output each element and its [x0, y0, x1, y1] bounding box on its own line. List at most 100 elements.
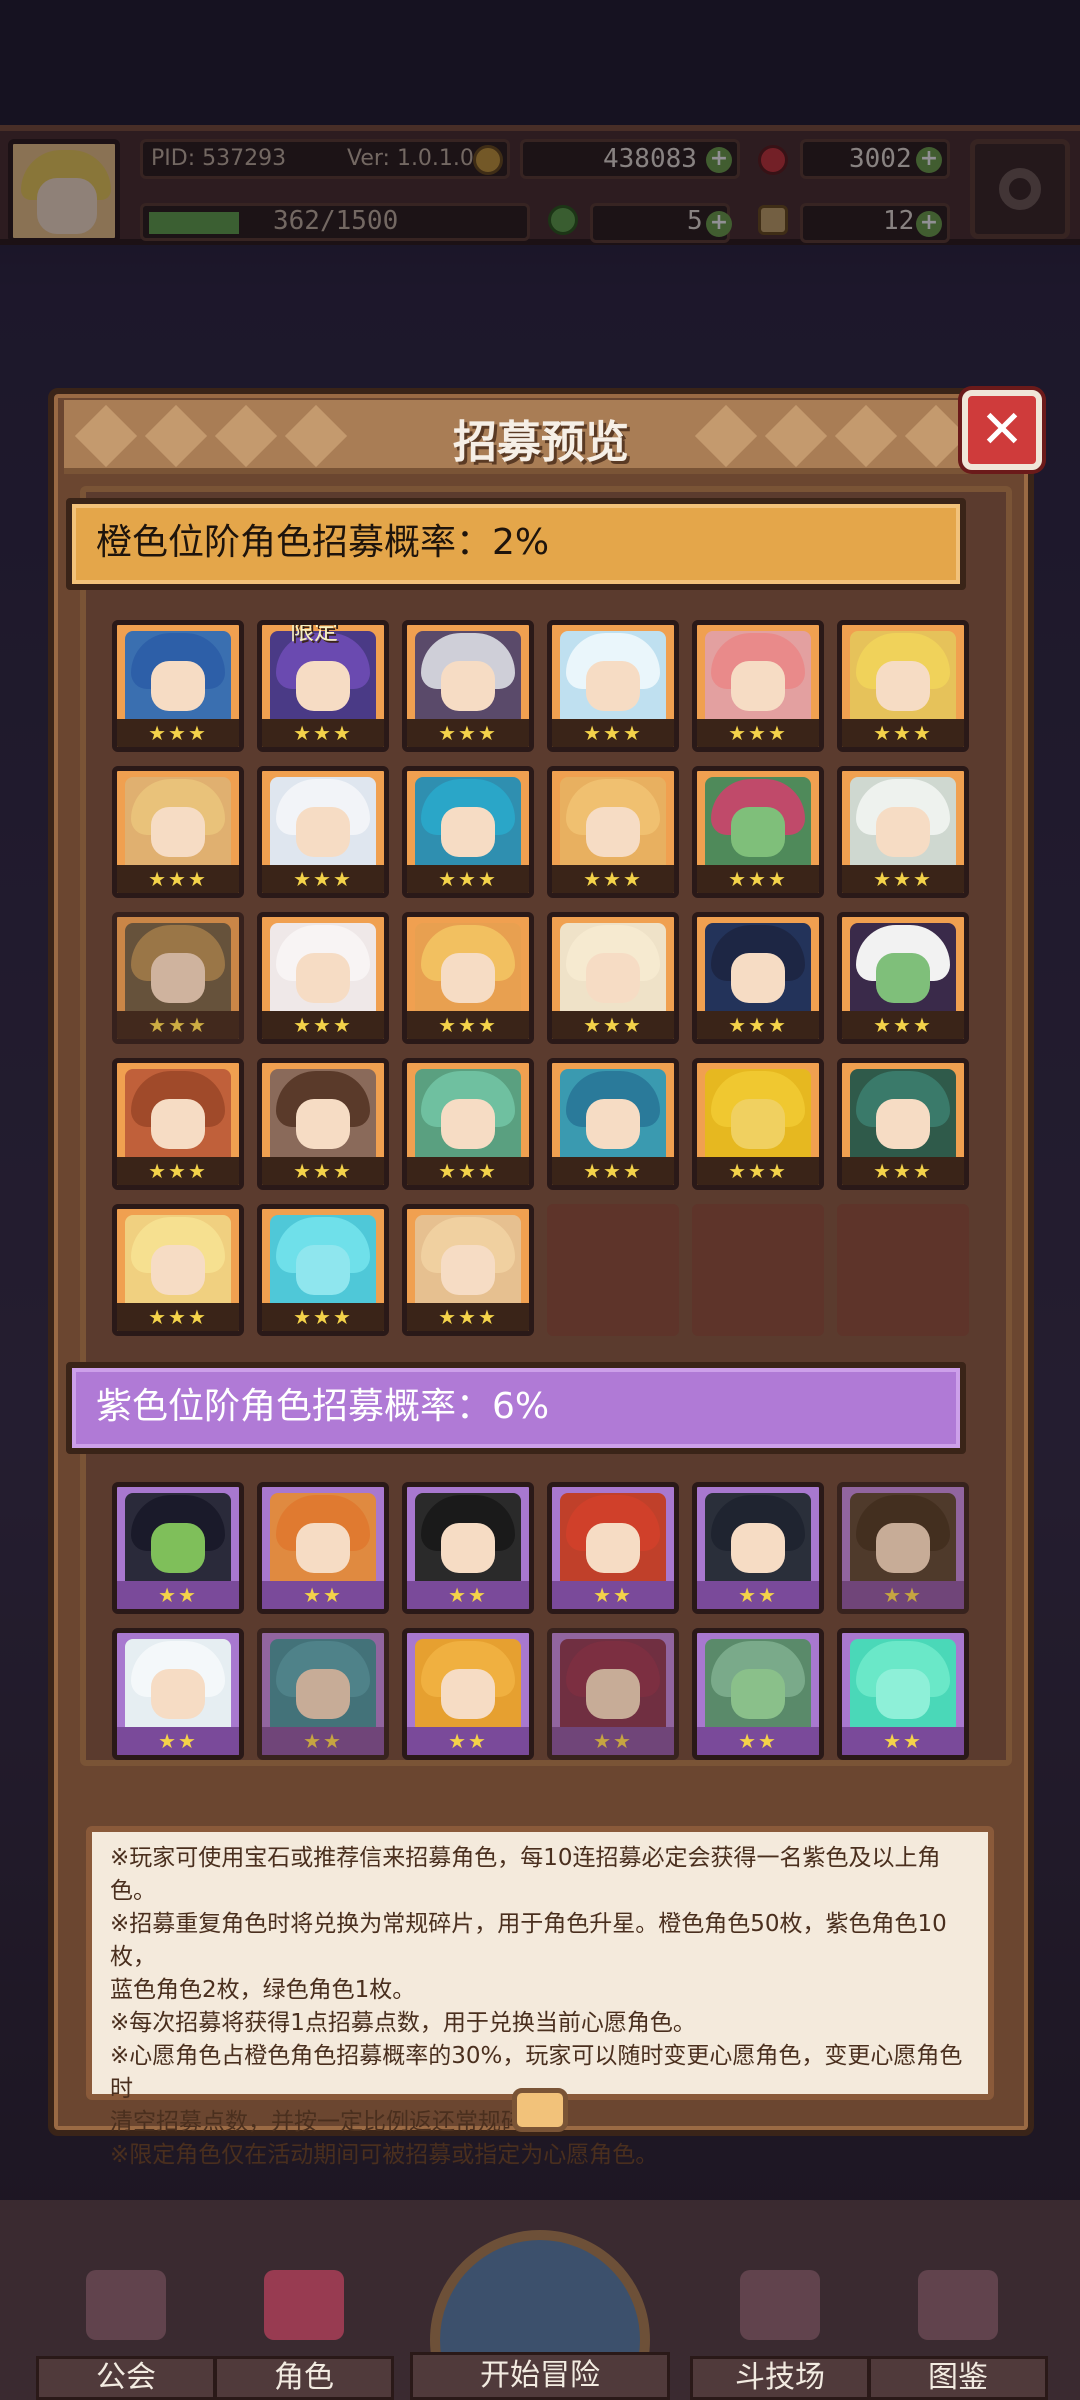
character-card[interactable]: ★★★ — [112, 1204, 244, 1336]
character-card[interactable]: ★★★ — [112, 1058, 244, 1190]
character-portrait — [705, 631, 811, 727]
character-portrait — [270, 777, 376, 873]
character-card[interactable]: ★★★ — [547, 766, 679, 898]
character-card[interactable]: ★★ — [112, 1482, 244, 1614]
star-rating: ★★★ — [842, 719, 964, 747]
character-portrait — [415, 777, 521, 873]
limited-tag: 限定 — [290, 620, 338, 645]
character-portrait — [415, 1069, 521, 1165]
modal-header: 招募预览 — [64, 400, 1018, 474]
character-card[interactable]: ★★★ — [112, 620, 244, 752]
purple-rate-banner: 紫色位阶角色招募概率：6% — [66, 1362, 966, 1454]
character-card[interactable]: ★★ — [692, 1628, 824, 1760]
character-card[interactable]: ★★★ — [692, 912, 824, 1044]
purple-character-grid: ★★ ★★ ★★ ★★ ★★ ★★ ★★ ★★ ★★ ★★ ★★ ★★ — [112, 1482, 969, 1760]
character-portrait — [705, 1069, 811, 1165]
character-card[interactable]: ★★★ — [402, 766, 534, 898]
nav-adventure[interactable]: 开始冒险 — [410, 2230, 670, 2400]
character-card[interactable]: ★★★ — [837, 912, 969, 1044]
nav-arena[interactable]: 斗技场 — [690, 2250, 870, 2400]
character-card[interactable]: ★★ — [257, 1482, 389, 1614]
star-rating: ★★★ — [407, 1157, 529, 1185]
character-card[interactable]: ★★★ — [547, 620, 679, 752]
star-rating: ★★★ — [842, 1157, 964, 1185]
nav-character[interactable]: 角色 — [214, 2250, 394, 2400]
star-rating: ★★ — [117, 1581, 239, 1609]
character-portrait — [705, 1639, 811, 1735]
character-portrait — [415, 1215, 521, 1311]
character-card[interactable]: ★★★ — [837, 766, 969, 898]
nav-codex-label: 图鉴 — [868, 2356, 1048, 2400]
character-icon — [264, 2270, 344, 2340]
star-rating: ★★★ — [552, 1011, 674, 1039]
character-card[interactable]: ★★★ — [112, 766, 244, 898]
character-card[interactable]: ★★ — [547, 1482, 679, 1614]
character-portrait — [705, 777, 811, 873]
character-card[interactable]: ★★★ — [402, 912, 534, 1044]
character-portrait — [560, 631, 666, 727]
character-portrait — [270, 1639, 376, 1735]
character-card[interactable]: ★★★ — [112, 912, 244, 1044]
star-rating: ★★★ — [117, 1011, 239, 1039]
star-rating: ★★ — [842, 1727, 964, 1755]
character-portrait — [125, 923, 231, 1019]
character-portrait — [125, 1069, 231, 1165]
character-card[interactable]: ★★★ — [692, 620, 824, 752]
character-card[interactable]: ★★★ — [257, 1058, 389, 1190]
empty-slot — [837, 1204, 969, 1336]
star-rating: ★★ — [552, 1581, 674, 1609]
character-card[interactable]: ★★★ — [402, 1058, 534, 1190]
character-card[interactable]: ★★ — [837, 1482, 969, 1614]
star-rating: ★★★ — [697, 1157, 819, 1185]
nav-guild[interactable]: 公会 — [36, 2250, 216, 2400]
character-portrait — [560, 923, 666, 1019]
note-line: 蓝色角色2枚，绿色角色1枚。 — [110, 1977, 416, 2003]
star-rating: ★★★ — [262, 865, 384, 893]
star-rating: ★★ — [262, 1581, 384, 1609]
character-card[interactable]: ★★ — [402, 1482, 534, 1614]
character-portrait — [850, 1069, 956, 1165]
star-rating: ★★★ — [117, 865, 239, 893]
nav-character-label: 角色 — [214, 2356, 394, 2400]
note-line: ※招募重复角色时将兑换为常规碎片，用于角色升星。橙色角色50枚，紫色角色10枚， — [110, 1911, 947, 1970]
character-portrait — [560, 1069, 666, 1165]
character-card[interactable]: 限定 ★★★ — [257, 620, 389, 752]
character-card[interactable]: ★★★ — [402, 620, 534, 752]
character-card[interactable]: ★★ — [112, 1628, 244, 1760]
star-rating: ★★ — [697, 1581, 819, 1609]
character-portrait — [850, 631, 956, 727]
star-rating: ★★ — [117, 1727, 239, 1755]
note-line: ※限定角色仅在活动期间可被招募或指定为心愿角色。 — [110, 2142, 659, 2168]
character-card[interactable]: ★★★ — [257, 912, 389, 1044]
character-card[interactable]: ★★ — [692, 1482, 824, 1614]
guild-icon — [86, 2270, 166, 2340]
star-rating: ★★★ — [407, 865, 529, 893]
star-rating: ★★★ — [697, 1011, 819, 1039]
star-rating: ★★ — [262, 1727, 384, 1755]
nav-codex[interactable]: 图鉴 — [868, 2250, 1048, 2400]
character-card[interactable]: ★★★ — [402, 1204, 534, 1336]
empty-slot — [692, 1204, 824, 1336]
character-card[interactable]: ★★ — [402, 1628, 534, 1760]
recruit-notes: ※玩家可使用宝石或推荐信来招募角色，每10连招募必定会获得一名紫色及以上角色。 … — [86, 1826, 994, 2168]
character-card[interactable]: ★★★ — [547, 912, 679, 1044]
character-card[interactable]: ★★★ — [257, 1204, 389, 1336]
character-card[interactable]: ★★★ — [692, 766, 824, 898]
character-card[interactable]: ★★★ — [837, 1058, 969, 1190]
character-card[interactable]: ★★★ — [837, 620, 969, 752]
character-card[interactable]: ★★★ — [257, 766, 389, 898]
character-card[interactable]: ★★ — [257, 1628, 389, 1760]
character-card[interactable]: ★★ — [837, 1628, 969, 1760]
character-card[interactable]: ★★ — [547, 1628, 679, 1760]
note-line: ※每次招募将获得1点招募点数，用于兑换当前心愿角色。 — [110, 2010, 696, 2036]
star-rating: ★★★ — [262, 1303, 384, 1331]
close-button[interactable]: ✕ — [962, 390, 1042, 470]
character-portrait — [125, 631, 231, 727]
star-rating: ★★★ — [697, 719, 819, 747]
character-portrait — [560, 1639, 666, 1735]
star-rating: ★★★ — [407, 1011, 529, 1039]
character-card[interactable]: ★★★ — [547, 1058, 679, 1190]
character-portrait — [415, 1493, 521, 1589]
character-card[interactable]: ★★★ — [692, 1058, 824, 1190]
star-rating: ★★★ — [262, 719, 384, 747]
